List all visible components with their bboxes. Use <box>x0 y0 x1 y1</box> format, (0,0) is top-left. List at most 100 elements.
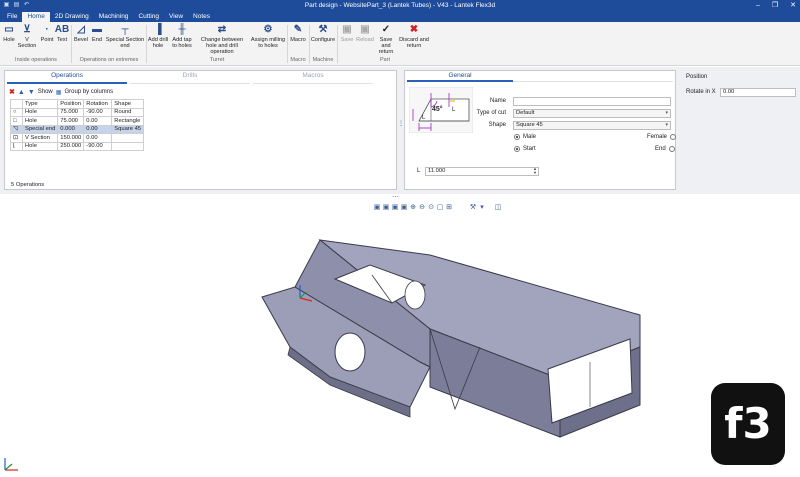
maximize-button[interactable]: ❐ <box>772 0 778 11</box>
show-button[interactable]: Show <box>38 89 53 95</box>
title-bar: ▣ ▤ ↶ Part design - WebsitePart_3 (Lante… <box>0 0 800 11</box>
end-button[interactable]: ▬ End <box>90 24 104 43</box>
3d-viewer[interactable] <box>0 197 800 475</box>
chevron-down-icon: ▾ <box>665 122 668 128</box>
special-section-button[interactable]: ┬ Special Section end <box>105 24 145 49</box>
minimize-button[interactable]: – <box>756 0 760 11</box>
discard-icon: ✖ <box>409 23 419 35</box>
operations-tabs: Operations Drills Macros <box>7 71 395 84</box>
point-icon: · <box>45 23 49 35</box>
radio-checked-icon <box>514 146 520 152</box>
name-field[interactable] <box>513 97 671 106</box>
table-row[interactable]: ⌊ Hole 250.000 -90.00 <box>10 141 145 151</box>
text-icon: AB <box>54 23 70 35</box>
zoom-out-icon[interactable]: ⊖ <box>418 204 426 212</box>
position-title: Position <box>686 74 708 80</box>
reload-button[interactable]: ▣ Reload <box>355 24 375 43</box>
discard-and-return-button[interactable]: ✖ Discard and return <box>398 24 430 49</box>
menu-notes[interactable]: Notes <box>188 12 215 22</box>
bevel-button[interactable]: ◿ Bevel <box>73 24 89 43</box>
v-section-button[interactable]: ⊻ V Section <box>16 24 38 49</box>
move-up-icon[interactable]: ▲ <box>18 89 25 96</box>
operations-toolbar: ✖ ▲ ▼ Show ▦ Group by columns <box>9 87 113 97</box>
view-back-icon[interactable]: ▣ <box>382 204 390 212</box>
square-icon: □ <box>10 116 23 126</box>
save-icon: ▣ <box>342 23 352 35</box>
zoom-window-icon[interactable]: ▢ <box>436 204 444 212</box>
l-field-label: L <box>417 168 421 174</box>
close-button[interactable]: ✕ <box>790 0 796 11</box>
start-radio[interactable]: Start <box>514 146 536 152</box>
macro-icon: ✎ <box>293 23 303 35</box>
save-qat-icon[interactable]: ▤ <box>13 1 20 9</box>
render-mode-icon[interactable]: ◫ <box>494 204 502 212</box>
angle-label: 45° <box>432 105 443 113</box>
group-columns-icon[interactable]: ▦ <box>56 89 62 96</box>
menu-view[interactable]: View <box>164 12 188 22</box>
l-length-input[interactable]: 11.000 ▲ ▼ <box>425 167 539 176</box>
table-row[interactable]: ○ Hole 75.000 -90.00 Round <box>10 107 145 117</box>
spinner-icon[interactable]: ▲ ▼ <box>533 167 537 175</box>
configure-button[interactable]: ⚒ Configure <box>310 24 336 43</box>
menu-cutting[interactable]: Cutting <box>133 12 164 22</box>
macro-button[interactable]: ✎ Macro <box>288 24 308 43</box>
tap-icon: ╫ <box>178 23 186 35</box>
view-left-icon[interactable]: ▣ <box>391 204 399 212</box>
table-row[interactable]: □ Hole 75.000 0.00 Rectangle <box>10 116 145 126</box>
end-radio[interactable]: End <box>655 146 675 152</box>
tab-general[interactable]: General <box>407 71 513 82</box>
undo-qat-icon[interactable]: ↶ <box>23 1 30 9</box>
rotate-in-x-label: Rotate in X <box>686 89 716 95</box>
ribbon: ▭ Hole ⊻ V Section · Point AB Text ◿ Bevel ▬ E… <box>0 22 800 66</box>
reload-icon: ▣ <box>360 23 370 35</box>
menu-file[interactable]: File <box>2 12 22 22</box>
part-3d-model[interactable] <box>0 197 800 475</box>
shape-select[interactable]: Square 45 ▾ <box>513 121 671 130</box>
profile-icon: ⌊ <box>10 141 23 151</box>
move-down-icon[interactable]: ▼ <box>28 89 35 96</box>
hole-button[interactable]: ▭ Hole <box>2 24 16 43</box>
zoom-in-icon[interactable]: ⊕ <box>409 204 417 212</box>
dropdown-chevron-icon[interactable]: ▾ <box>478 204 486 212</box>
male-radio[interactable]: Male <box>514 134 536 140</box>
delete-icon[interactable]: ✖ <box>9 88 15 96</box>
add-tap-button[interactable]: ╫ Add tap to holes <box>170 24 194 49</box>
window-title: Part design - WebsitePart_3 (Lantek Tube… <box>304 2 496 9</box>
add-drill-hole-button[interactable]: ▐ Add drill hole <box>147 24 169 49</box>
flex3d-logo: f3 <box>711 383 785 465</box>
tab-drills[interactable]: Drills <box>130 71 250 84</box>
menu-machining[interactable]: Machining <box>94 12 134 22</box>
table-row-selected[interactable]: ◹ Special end 0.000 0.00 Square 45 <box>10 124 145 134</box>
assign-milling-button[interactable]: ⚙ Assign milling to holes <box>250 24 286 49</box>
rotate-in-x-input[interactable]: 0.00 <box>720 88 796 97</box>
view-front-icon[interactable]: ▣ <box>373 204 381 212</box>
type-of-cut-select[interactable]: Default ▾ <box>513 109 671 118</box>
save-and-return-button[interactable]: ✓ Save and return <box>375 24 397 56</box>
point-button[interactable]: · Point <box>40 24 54 43</box>
panel-splitter[interactable]: ⋮ <box>398 120 404 142</box>
radio-checked-icon <box>514 134 520 140</box>
tab-macros[interactable]: Macros <box>253 71 373 84</box>
menu-home[interactable]: Home <box>22 12 50 22</box>
chevron-down-icon: ▾ <box>665 110 668 116</box>
properties-area: Operations Drills Macros ✖ ▲ ▼ Show ▦ Gr… <box>0 67 800 194</box>
change-hole-drill-button[interactable]: ⇄ Change between hole and drill operation <box>195 24 249 56</box>
special-section-icon: ┬ <box>121 23 129 35</box>
text-button[interactable]: AB Text <box>55 24 69 43</box>
group-part: Part <box>379 57 391 63</box>
end-icon: ▬ <box>92 23 102 35</box>
view-right-icon[interactable]: ▣ <box>400 204 408 212</box>
v-section-row-icon: ⊡ <box>10 133 23 143</box>
pan-icon[interactable]: ⊞ <box>445 204 453 212</box>
save-button[interactable]: ▣ Save <box>339 24 355 43</box>
type-of-cut-label: Type of cut <box>476 110 506 116</box>
special-end-diagram: 45° L L <box>409 87 473 133</box>
zoom-fit-icon[interactable]: ⊙ <box>427 204 435 212</box>
tab-operations[interactable]: Operations <box>7 71 127 84</box>
table-row[interactable]: ⊡ V Section 150.000 0.00 <box>10 133 145 143</box>
group-by-columns-button[interactable]: Group by columns <box>64 89 113 95</box>
menu-2d-drawing[interactable]: 2D Drawing <box>50 12 94 22</box>
circle-icon: ○ <box>10 107 23 117</box>
tools-icon[interactable]: ⚒ <box>469 204 477 212</box>
female-radio[interactable]: Female <box>647 134 677 140</box>
